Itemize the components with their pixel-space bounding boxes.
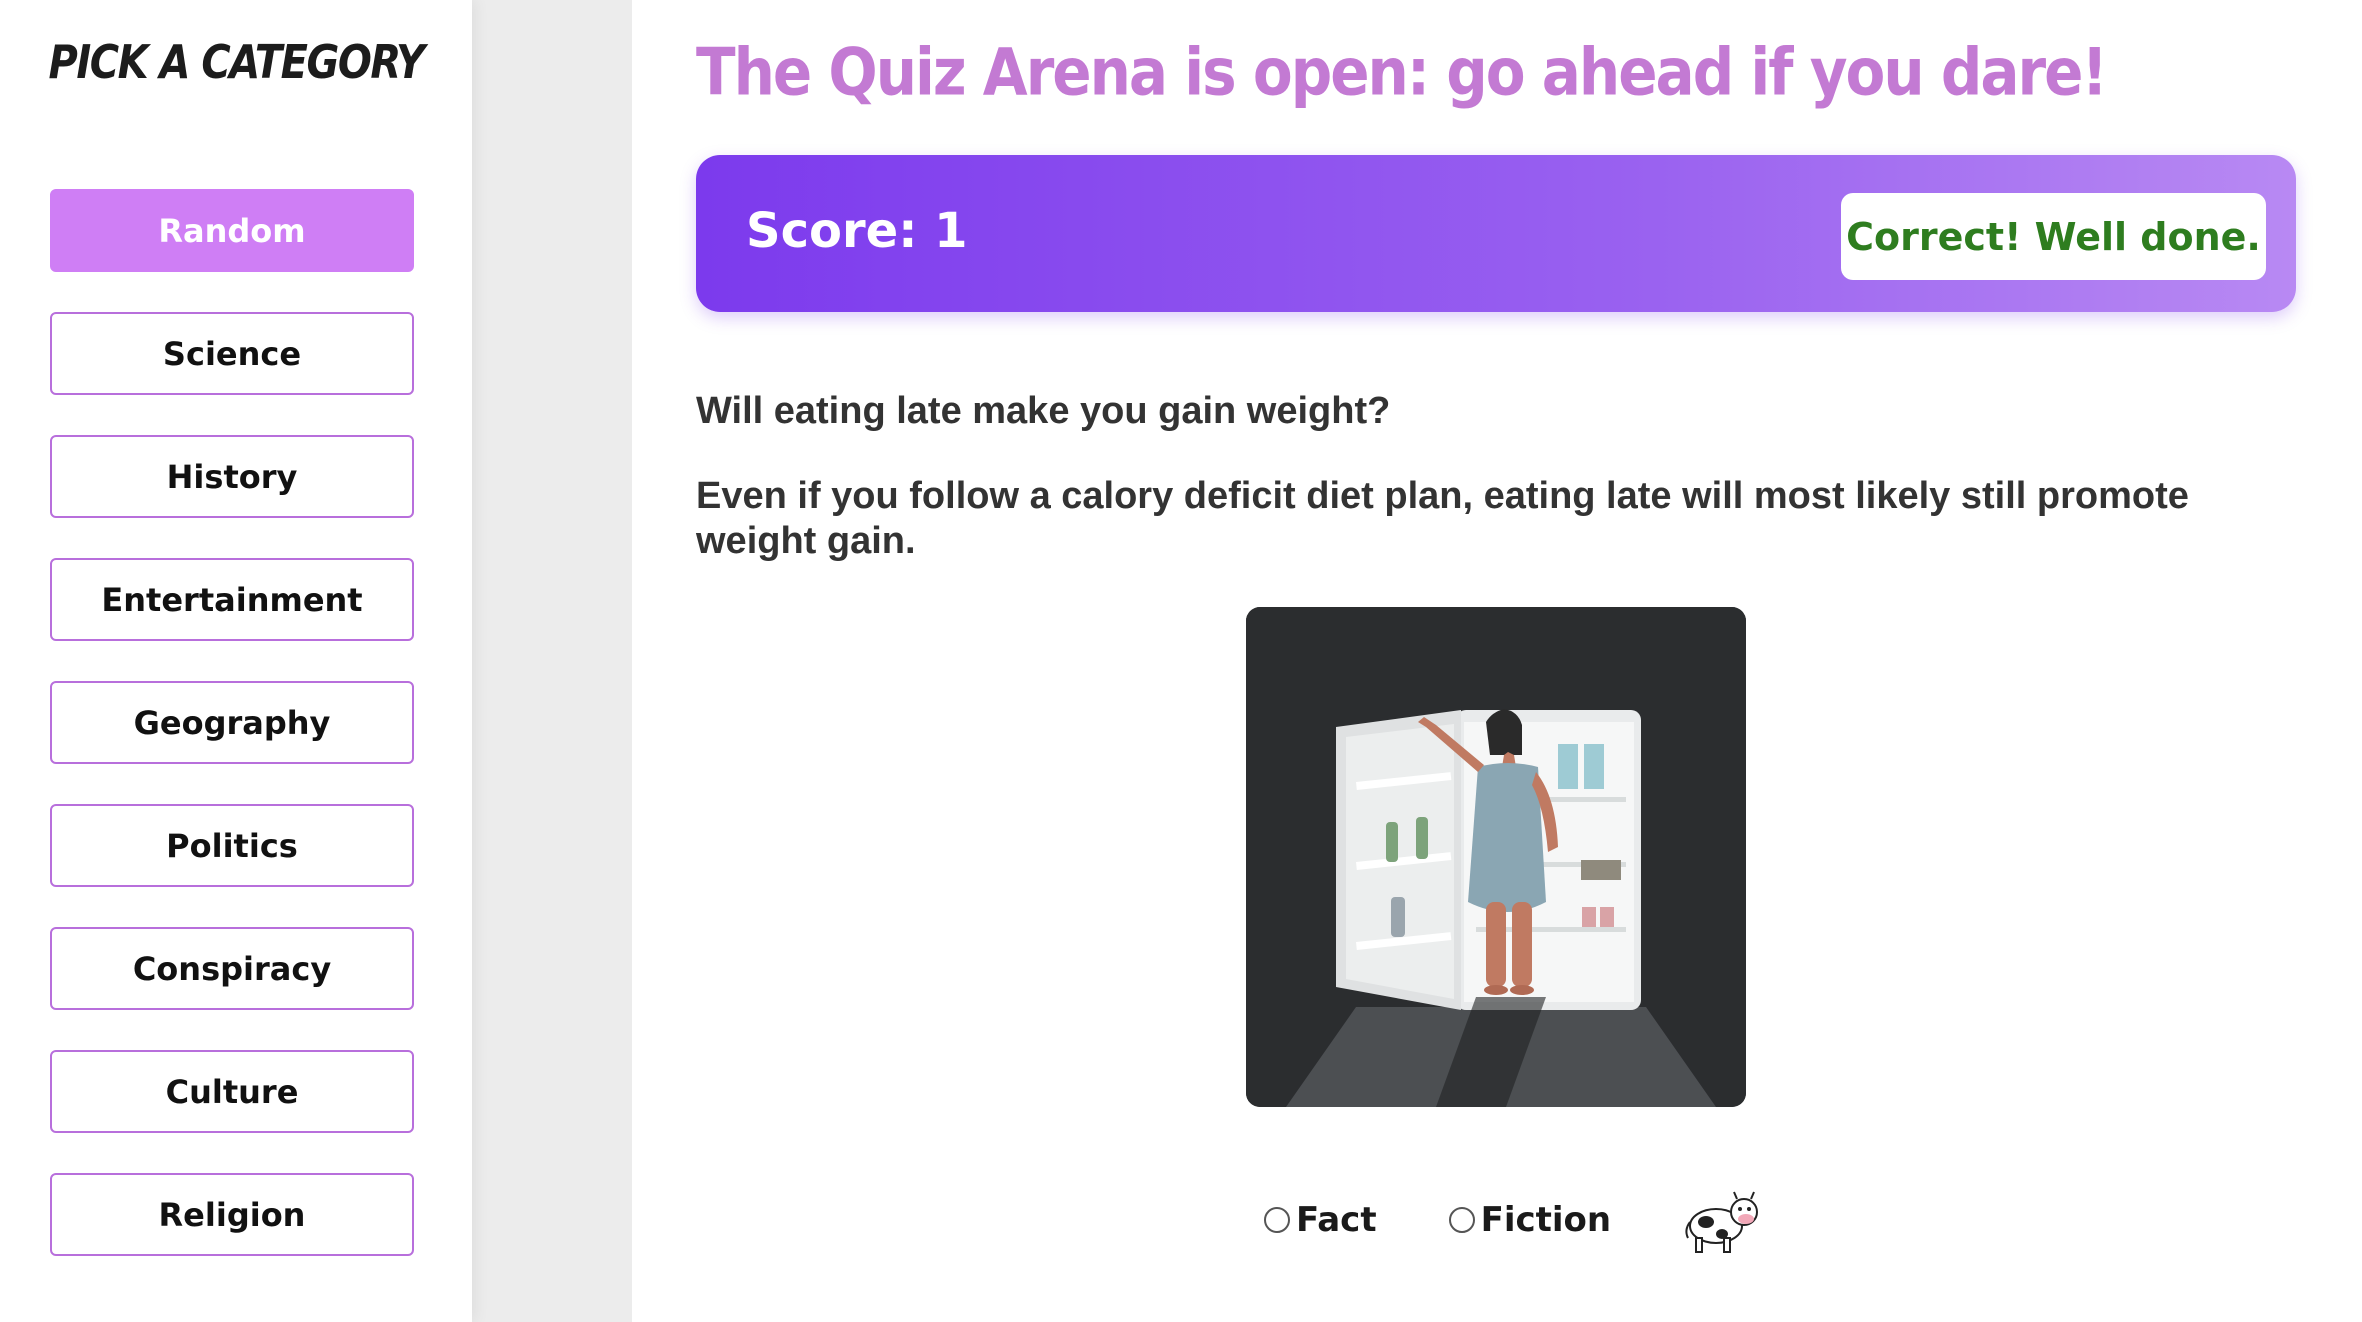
category-button-history[interactable]: History [50,435,414,518]
fact-radio[interactable] [1264,1207,1290,1233]
page-headline: The Quiz Arena is open: go ahead if you … [696,34,2108,111]
category-button-entertainment[interactable]: Entertainment [50,558,414,641]
category-button-random[interactable]: Random [50,189,414,272]
category-button-religion[interactable]: Religion [50,1173,414,1256]
category-button-politics[interactable]: Politics [50,804,414,887]
feedback-message: Correct! Well done. [1841,193,2266,280]
sidebar-title: PICK A CATEGORY [48,36,425,90]
category-sidebar: PICK A CATEGORY Random Science History E… [0,0,472,1322]
score-bar: Score: 1 Correct! Well done. [696,155,2296,312]
category-button-science[interactable]: Science [50,312,414,395]
answer-option-fiction[interactable]: Fiction [1448,1200,1612,1240]
question-text: Will eating late make you gain weight? [696,390,1391,432]
fiction-label: Fiction [1480,1200,1612,1240]
fiction-radio[interactable] [1448,1207,1475,1233]
category-button-culture[interactable]: Culture [50,1050,414,1133]
cow-icon [1682,1186,1766,1258]
fact-label: Fact [1296,1200,1377,1240]
answer-options: Fact Fiction [1264,1200,1611,1240]
question-illustration [1246,607,1746,1107]
category-button-conspiracy[interactable]: Conspiracy [50,927,414,1010]
answer-option-fact[interactable]: Fact [1264,1200,1377,1240]
statement-text: Even if you follow a calory deficit diet… [696,475,2189,562]
category-button-geography[interactable]: Geography [50,681,414,764]
score-label: Score: 1 [746,203,968,259]
quiz-main-panel: The Quiz Arena is open: go ahead if you … [632,0,2362,1322]
category-list: Random Science History Entertainment Geo… [50,189,414,1296]
